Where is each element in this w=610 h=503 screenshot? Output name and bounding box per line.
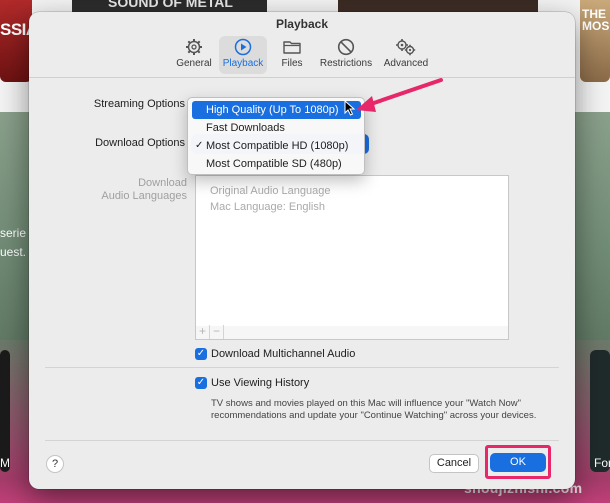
menu-item-most-compatible-sd[interactable]: Most Compatible SD (480p) bbox=[192, 155, 361, 173]
play-icon bbox=[234, 38, 252, 56]
tab-files[interactable]: Files bbox=[275, 36, 309, 74]
audio-languages-list[interactable]: Original Audio Language Mac Language: En… bbox=[195, 175, 509, 327]
cancel-button[interactable]: Cancel bbox=[429, 454, 479, 473]
tab-advanced[interactable]: Advanced bbox=[381, 36, 431, 74]
remove-language-button[interactable]: − bbox=[210, 325, 224, 339]
playback-preferences-window: Playback General Playback Files Restrict… bbox=[29, 12, 575, 489]
viewing-history-checkbox[interactable]: ✓ bbox=[195, 377, 207, 389]
help-button[interactable]: ? bbox=[46, 455, 64, 473]
list-item: Original Audio Language bbox=[210, 185, 331, 197]
download-audio-label-line-1: Download bbox=[138, 177, 187, 189]
bg-thumb-right[interactable] bbox=[590, 350, 610, 472]
menu-item-fast-downloads[interactable]: Fast Downloads bbox=[192, 119, 361, 137]
bg-hero-text-2: uest. bbox=[0, 245, 27, 259]
menu-item-most-compatible-hd[interactable]: ✓ Most Compatible HD (1080p) bbox=[192, 137, 361, 155]
viewing-history-description: TV shows and movies played on this Mac w… bbox=[211, 398, 537, 421]
menu-item-label: High Quality (Up To 1080p) bbox=[206, 104, 339, 116]
checkmark-icon: ✓ bbox=[195, 140, 204, 151]
add-language-button[interactable]: + bbox=[196, 325, 210, 339]
tab-restrictions[interactable]: Restrictions bbox=[317, 36, 375, 74]
tab-restrictions-label: Restrictions bbox=[319, 58, 373, 69]
menu-item-label: Most Compatible HD (1080p) bbox=[206, 140, 349, 152]
streaming-options-menu: High Quality (Up To 1080p) Fast Download… bbox=[187, 97, 365, 175]
menu-item-label: Fast Downloads bbox=[206, 122, 285, 134]
tab-files-label: Files bbox=[281, 58, 303, 69]
tab-playback[interactable]: Playback bbox=[219, 36, 267, 74]
multichannel-audio-checkbox[interactable]: ✓ bbox=[195, 348, 207, 360]
bg-tile-1[interactable]: SSIA bbox=[0, 0, 32, 82]
viewing-history-label[interactable]: Use Viewing History bbox=[211, 377, 309, 389]
bg-tile-4-text: THE MOSCO bbox=[582, 7, 610, 33]
bg-thumb-left[interactable] bbox=[0, 350, 10, 472]
section-divider bbox=[45, 367, 559, 368]
bg-bottom-left-text: M bbox=[0, 456, 10, 470]
preferences-toolbar: General Playback Files Restrictions Adva… bbox=[29, 34, 575, 76]
bg-tile-2-text: SOUND OF METAL bbox=[108, 0, 233, 10]
menu-item-high-quality[interactable]: High Quality (Up To 1080p) bbox=[192, 101, 361, 119]
download-audio-label-line-2: Audio Languages bbox=[101, 190, 187, 202]
gear-icon bbox=[186, 39, 202, 55]
bg-tile-4[interactable]: THE MOSCO bbox=[580, 0, 610, 82]
download-audio-languages-label: Download Audio Languages bbox=[79, 177, 187, 203]
advanced-gears-icon bbox=[396, 39, 416, 56]
tab-general[interactable]: General bbox=[174, 36, 214, 74]
tab-playback-label: Playback bbox=[222, 58, 264, 69]
window-title: Playback bbox=[275, 17, 329, 31]
footer-divider bbox=[45, 440, 559, 441]
list-item: Mac Language: English bbox=[210, 201, 325, 213]
tab-advanced-label: Advanced bbox=[383, 58, 429, 69]
folder-icon bbox=[283, 41, 301, 54]
bg-tile-1-text: SSIA bbox=[0, 20, 32, 39]
bg-hero-text-1: serie bbox=[0, 226, 27, 240]
ok-button[interactable]: OK bbox=[490, 453, 546, 472]
multichannel-audio-label[interactable]: Download Multichannel Audio bbox=[211, 348, 355, 360]
restriction-icon bbox=[337, 38, 355, 56]
mouse-cursor-icon bbox=[344, 100, 356, 116]
menu-item-label: Most Compatible SD (480p) bbox=[206, 158, 342, 170]
download-options-label: Download Options bbox=[95, 137, 185, 149]
bg-bottom-right-text: For bbox=[594, 456, 610, 470]
toolbar-divider bbox=[29, 77, 575, 78]
streaming-options-label: Streaming Options bbox=[93, 98, 185, 110]
list-buttons-bar: + − bbox=[195, 325, 509, 340]
tab-general-label: General bbox=[176, 58, 212, 69]
